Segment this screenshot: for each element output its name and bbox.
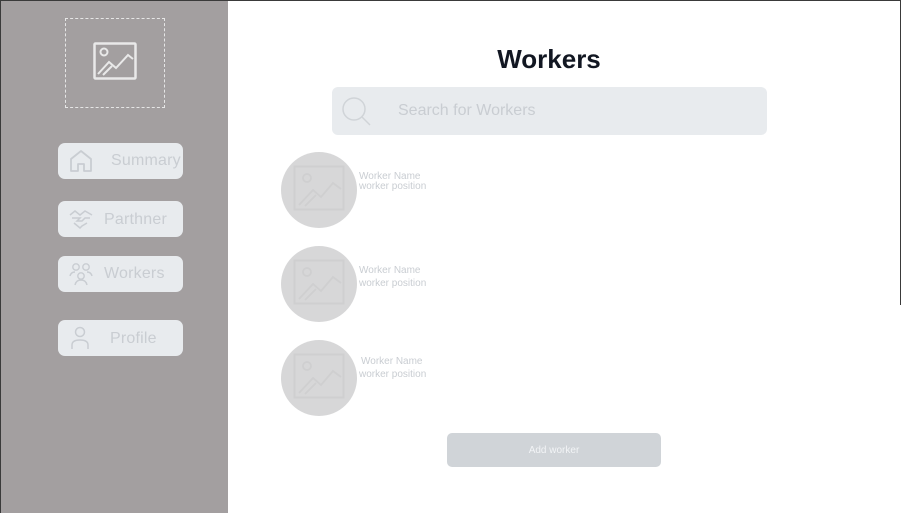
avatar: [281, 340, 357, 416]
sidebar-item-label: Profile: [110, 330, 157, 347]
list-item[interactable]: Worker Name worker position: [281, 340, 481, 416]
sidebar-item-profile[interactable]: Profile: [58, 320, 183, 356]
sidebar-item-summary[interactable]: Summary: [58, 143, 183, 179]
add-worker-button[interactable]: Add worker: [447, 433, 661, 467]
image-placeholder-icon: [293, 165, 345, 216]
sidebar: Summary Parthner Workers Profile: [0, 0, 228, 513]
list-item[interactable]: Worker Name worker position: [281, 246, 481, 322]
worker-position: worker position: [359, 181, 427, 192]
sidebar-item-label: Parthner: [104, 211, 167, 228]
logo-placeholder: [65, 18, 165, 108]
worker-name: Worker Name: [359, 265, 421, 276]
handshake-icon: [68, 206, 94, 232]
search-bar[interactable]: [332, 87, 767, 135]
search-input[interactable]: [398, 95, 748, 127]
sidebar-item-workers[interactable]: Workers: [58, 256, 183, 292]
image-placeholder-icon: [293, 353, 345, 404]
sidebar-item-partner[interactable]: Parthner: [58, 201, 183, 237]
worker-position: worker position: [359, 369, 427, 380]
page-title: Workers: [497, 44, 601, 74]
home-icon: [68, 148, 94, 174]
image-placeholder-icon: [93, 41, 137, 85]
image-placeholder-icon: [293, 259, 345, 310]
list-item[interactable]: Worker Name worker position: [281, 152, 481, 228]
worker-name: Worker Name: [361, 356, 423, 367]
avatar: [281, 246, 357, 322]
sidebar-item-label: Summary: [111, 152, 181, 169]
search-icon[interactable]: [341, 95, 373, 127]
sidebar-item-label: Workers: [104, 265, 165, 282]
avatar: [281, 152, 357, 228]
worker-position: worker position: [359, 278, 427, 289]
user-icon: [68, 325, 94, 351]
users-icon: [68, 261, 94, 287]
